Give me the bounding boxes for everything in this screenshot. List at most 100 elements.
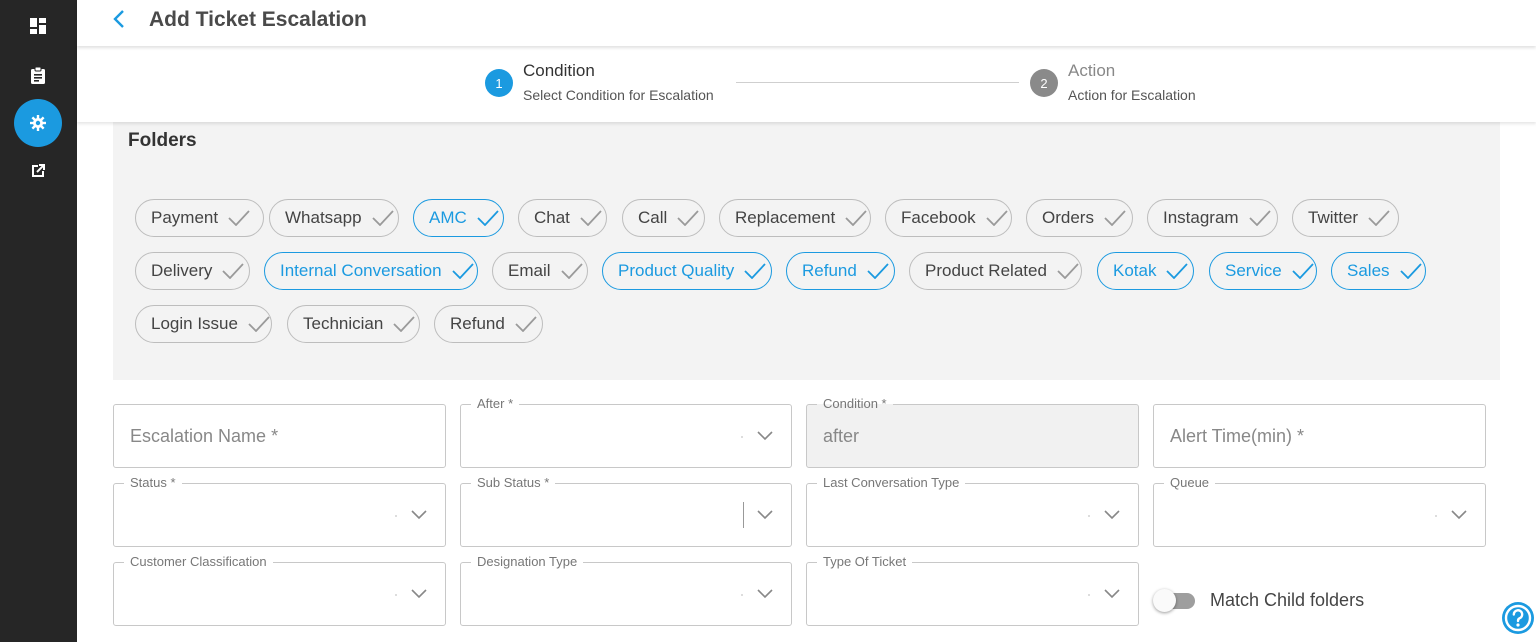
folder-chip[interactable]: Instagram [1147,199,1278,237]
folder-chip[interactable]: Chat [518,199,607,237]
chevron-down-icon[interactable] [757,510,773,520]
folder-chip[interactable]: Kotak [1097,252,1194,290]
select-dot [395,594,397,596]
condition-field: Condition * after [806,396,1139,468]
check-icon [845,210,867,226]
folder-chip[interactable]: Whatsapp [269,199,399,237]
select-dot [1088,515,1090,517]
check-icon [1292,263,1314,279]
chevron-down-icon[interactable] [1104,589,1120,599]
folder-chip-label: Internal Conversation [280,261,442,280]
match-child-folders-toggle[interactable] [1153,589,1195,612]
escalation-name-placeholder: Escalation Name * [130,426,279,446]
check-icon [515,316,537,332]
condition-value: after [823,426,860,446]
check-icon [1399,263,1422,279]
dashboard-icon [30,18,46,34]
folder-chip-label: Payment [151,208,219,227]
type-of-ticket-label: Type Of Ticket [817,554,913,570]
help-button[interactable] [1500,600,1536,642]
check-icon [451,263,474,279]
sidebar-item-tickets[interactable] [14,51,62,99]
folder-chip[interactable]: Refund [786,252,895,290]
folder-chip-label: Instagram [1163,208,1239,227]
step-2-title[interactable]: Action [1068,61,1115,81]
folder-chip[interactable]: Call [622,199,705,237]
step-1-title[interactable]: Condition [523,61,595,81]
folder-chip[interactable]: Sales [1331,252,1426,290]
chevron-down-icon[interactable] [757,589,773,599]
chevron-down-icon[interactable] [411,589,427,599]
step-1-number[interactable]: 1 [485,69,513,97]
folder-chip[interactable]: Orders [1026,199,1133,237]
select-dot [1435,515,1437,517]
text-caret [743,502,744,528]
sidebar-item-open-external[interactable] [14,147,62,195]
folder-chip[interactable]: Service [1209,252,1317,290]
check-icon [677,210,699,226]
check-icon [580,210,602,226]
folder-chip-label: Delivery [151,261,213,280]
chevron-down-icon[interactable] [757,431,773,441]
check-icon [867,263,889,279]
select-dot [741,594,743,596]
chevron-down-icon[interactable] [411,510,427,520]
match-child-folders-label: Match Child folders [1210,590,1365,610]
folder-chip[interactable]: Login Issue [135,305,272,343]
folder-chip[interactable]: Payment [135,199,264,237]
after-label: After * [471,396,520,412]
folder-chip-label: Sales [1347,261,1390,280]
folder-chip[interactable]: Product Related [909,252,1082,290]
type-of-ticket-select[interactable]: Type Of Ticket [806,554,1139,626]
sidebar-item-dashboard[interactable] [14,2,62,50]
folder-chip-label: Product Related [925,261,1047,280]
folder-chip[interactable]: Email [492,252,588,290]
designation-type-label: Designation Type [471,554,584,570]
check-icon [371,210,394,226]
folder-chip-label: Refund [450,314,505,333]
last-conversation-type-label: Last Conversation Type [817,475,966,491]
folder-chip[interactable]: Refund [434,305,543,343]
sidebar-item-settings[interactable] [14,99,62,147]
last-conversation-type-select[interactable]: Last Conversation Type [806,475,1139,547]
check-icon [1248,210,1271,226]
check-icon [248,316,270,332]
stepper: 1 Condition Select Condition for Escalat… [77,46,1536,122]
chevron-left-icon [113,9,125,34]
customer-classification-select[interactable]: Customer Classification [113,554,446,626]
folder-chip-label: Login Issue [151,314,238,333]
folder-chip[interactable]: Product Quality [602,252,772,290]
folder-chip-label: Product Quality [618,261,735,280]
designation-type-select[interactable]: Designation Type [460,554,792,626]
folder-chip[interactable]: Internal Conversation [264,252,478,290]
check-icon [986,210,1008,226]
folder-chip-label: Whatsapp [285,208,362,227]
queue-select[interactable]: Queue [1153,475,1486,547]
folder-chip[interactable]: Technician [287,305,420,343]
folder-chip-label: Orders [1042,208,1094,227]
chevron-down-icon[interactable] [1104,510,1120,520]
step-1-subtitle: Select Condition for Escalation [523,87,714,103]
folder-chip[interactable]: Facebook [885,199,1012,237]
step-2-subtitle: Action for Escalation [1068,87,1196,103]
back-button[interactable] [109,9,129,33]
select-dot [741,436,743,438]
step-2-number[interactable]: 2 [1030,69,1058,97]
folder-chip[interactable]: AMC [413,199,504,237]
step-connector [736,82,1019,83]
folder-chip[interactable]: Delivery [135,252,250,290]
sub-status-label: Sub Status * [471,475,556,491]
escalation-name-field[interactable]: Escalation Name * [113,404,446,468]
sub-status-select[interactable]: Sub Status * [460,475,792,547]
alert-time-field[interactable]: Alert Time(min) * [1153,404,1486,468]
page-header: Add Ticket Escalation [77,0,1536,46]
toggle-knob [1153,589,1176,612]
check-icon [560,263,583,279]
folder-chip[interactable]: Replacement [719,199,871,237]
check-icon [228,210,250,226]
folder-chip[interactable]: Twitter [1292,199,1399,237]
after-select[interactable]: After * [460,396,792,468]
folder-chip-label: Refund [802,261,857,280]
chevron-down-icon[interactable] [1451,510,1467,520]
status-select[interactable]: Status * [113,475,446,547]
